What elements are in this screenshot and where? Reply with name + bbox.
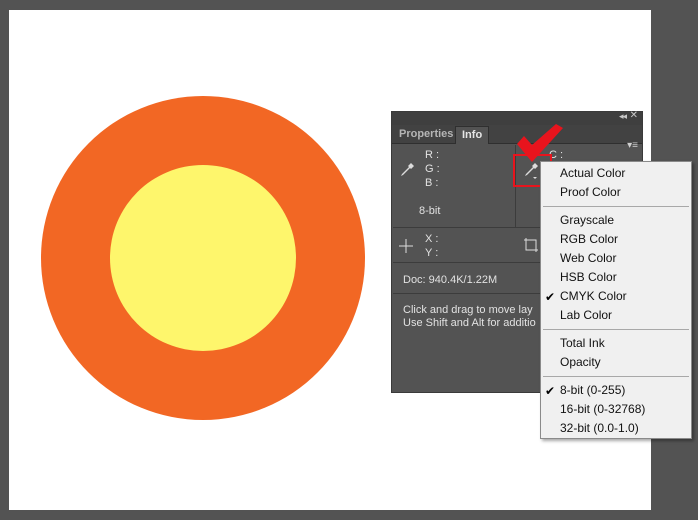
menu-item-actual-color[interactable]: Actual Color [541,164,691,183]
color-mode-menu: Actual Color Proof Color Grayscale RGB C… [540,161,692,439]
hint-text-line-1: Click and drag to move lay [403,304,533,316]
menu-item-hsb-color[interactable]: HSB Color [541,268,691,287]
selection-size-icon [524,238,538,252]
menu-item-8-bit[interactable]: 8-bit (0-255) [541,381,691,400]
menu-separator [543,376,689,377]
menu-item-proof-color[interactable]: Proof Color [541,183,691,202]
bit-depth-label: 8-bit [419,205,441,217]
menu-item-lab-color[interactable]: Lab Color [541,306,691,325]
red-checkmark-icon [517,124,563,162]
close-icon[interactable]: ✕ [630,110,638,121]
panel-menu-icon[interactable]: ▾≡ [627,140,638,151]
yellow-circle [110,165,296,351]
menu-item-16-bit[interactable]: 16-bit (0-32768) [541,400,691,419]
hint-text-line-2: Use Shift and Alt for additio [403,317,536,329]
menu-separator [543,206,689,207]
menu-item-opacity[interactable]: Opacity [541,353,691,372]
r-label: R : [425,149,440,161]
menu-item-32-bit[interactable]: 32-bit (0.0-1.0) [541,419,691,438]
menu-separator [543,329,689,330]
menu-item-grayscale[interactable]: Grayscale [541,211,691,230]
b-label: B : [425,177,439,189]
menu-item-cmyk-color[interactable]: CMYK Color [541,287,691,306]
x-label: X : [425,233,439,245]
g-label: G : [425,163,440,175]
menu-item-total-ink[interactable]: Total Ink [541,334,691,353]
collapse-icon[interactable]: ◂◂ [619,111,627,122]
y-label: Y : [425,247,439,259]
menu-item-web-color[interactable]: Web Color [541,249,691,268]
doc-size: Doc: 940.4K/1.22M [403,274,498,286]
eyedropper-icon[interactable] [399,162,415,178]
tab-properties[interactable]: Properties [393,126,459,143]
tab-info[interactable]: Info [455,126,490,144]
menu-item-rgb-color[interactable]: RGB Color [541,230,691,249]
crosshair-icon [399,239,413,253]
